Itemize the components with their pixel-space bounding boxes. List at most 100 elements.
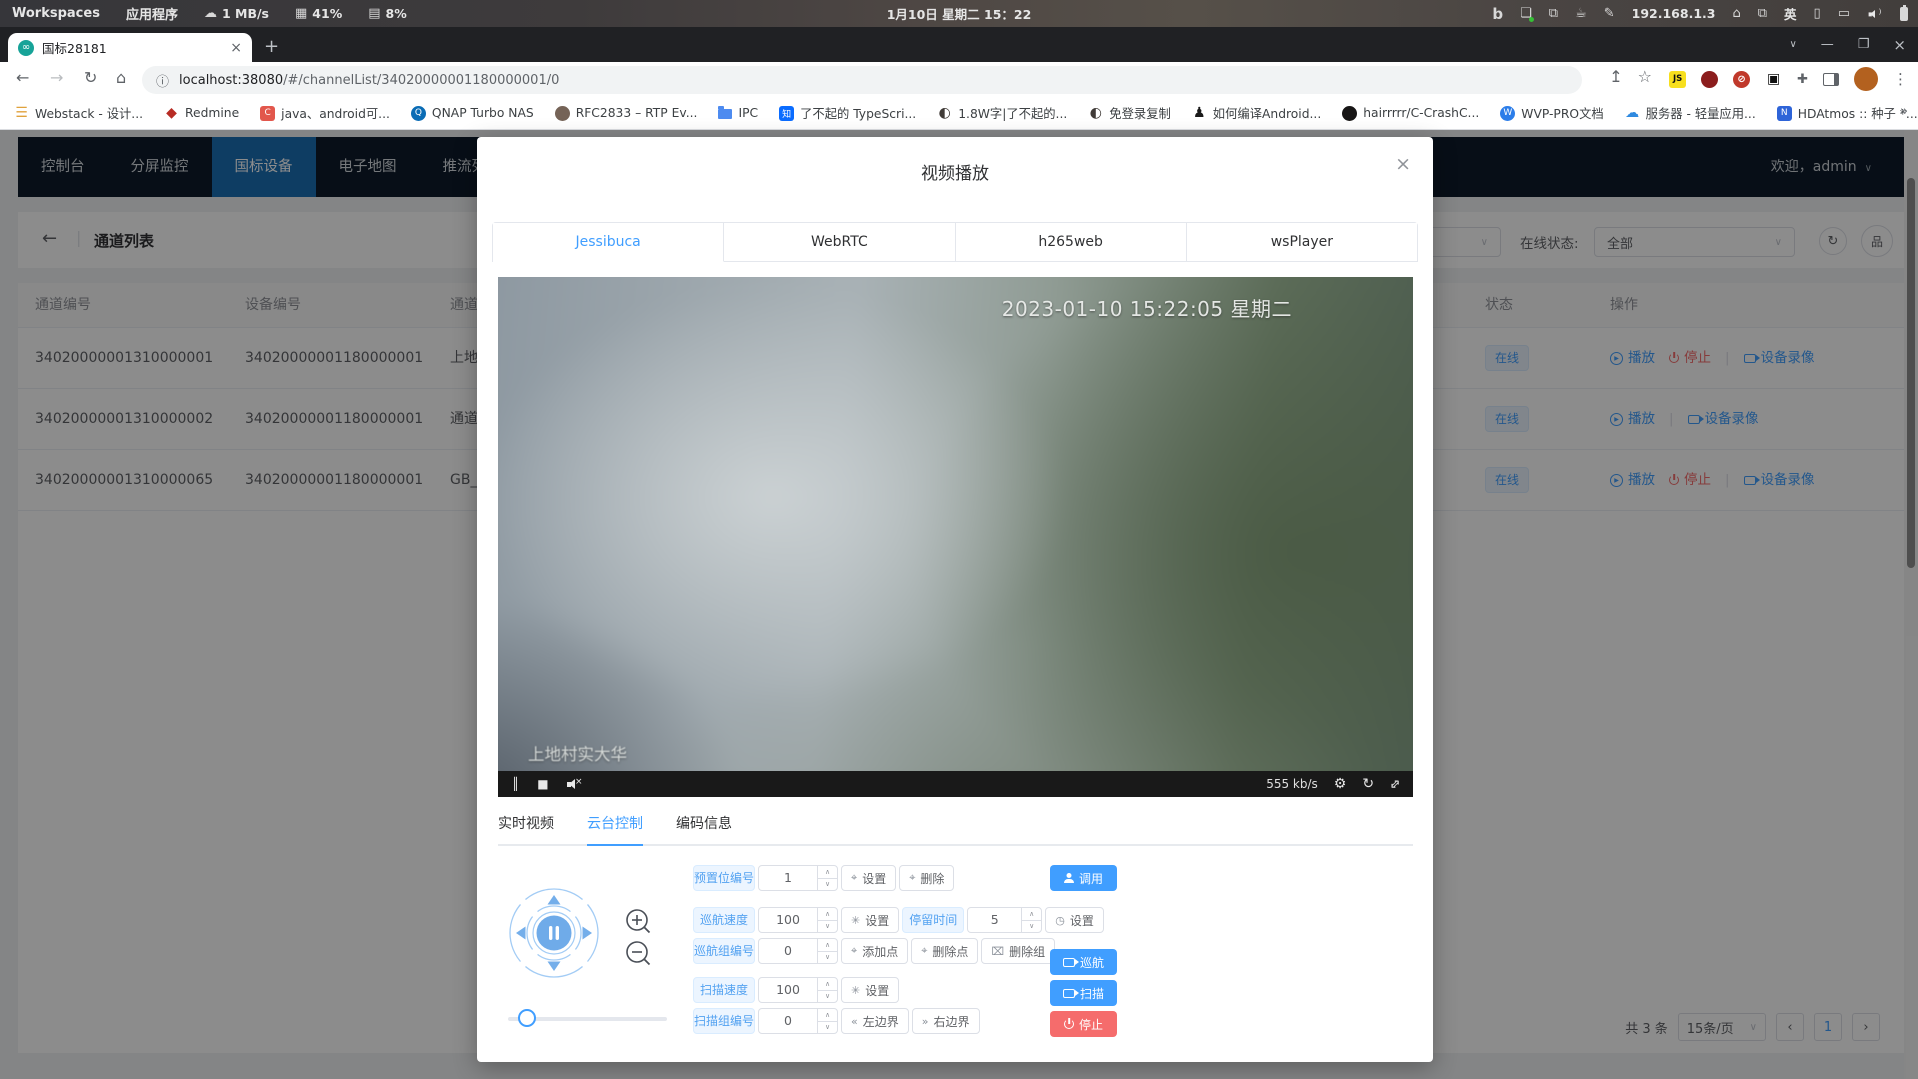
pause-button[interactable]: ║ bbox=[512, 777, 519, 791]
bookmark-item[interactable]: ◐ 1.8W字|了不起的... bbox=[937, 104, 1067, 122]
workspaces-button[interactable]: Workspaces bbox=[12, 6, 100, 21]
input-method-indicator[interactable]: 英 bbox=[1784, 4, 1797, 23]
bookmark-item[interactable]: ☰ Webstack - 设计... bbox=[14, 104, 143, 122]
profile-avatar[interactable] bbox=[1854, 67, 1878, 91]
windows-icon[interactable]: ⧉ bbox=[1758, 6, 1767, 21]
clipboard-icon[interactable]: ⧉ bbox=[1549, 6, 1558, 21]
video-frame bbox=[498, 277, 1413, 795]
video-player[interactable]: 2023-01-10 15:22:05 星期二 上地村实大华 ║ ■ × 555… bbox=[498, 277, 1413, 797]
scan-group-input[interactable]: 0∧∨ bbox=[758, 1008, 838, 1034]
share-icon[interactable]: ↥ bbox=[1609, 67, 1622, 86]
preset-delete-button[interactable]: ⌖删除 bbox=[899, 865, 954, 891]
bookmark-item[interactable]: C java、android可... bbox=[260, 104, 390, 122]
bookmark-item[interactable]: ☁ 服务器 - 轻量应用... bbox=[1625, 104, 1756, 122]
player-tab[interactable]: wsPlayer bbox=[1187, 223, 1417, 262]
mute-button[interactable]: × bbox=[567, 778, 583, 790]
home-button-icon[interactable]: ⌂ bbox=[116, 68, 126, 87]
display-icon[interactable]: ▭ bbox=[1838, 6, 1850, 21]
right-boundary-button[interactable]: »右边界 bbox=[912, 1008, 980, 1034]
player-tab[interactable]: WebRTC bbox=[724, 223, 955, 262]
extension-icon[interactable]: ⊘ bbox=[1733, 71, 1750, 88]
bookmark-item[interactable]: hairrrrr/C-CrashC... bbox=[1342, 106, 1479, 121]
stay-time-input[interactable]: 5∧∨ bbox=[967, 907, 1042, 933]
detail-tab[interactable]: 编码信息 bbox=[676, 813, 732, 846]
extension-icon[interactable] bbox=[1701, 71, 1718, 88]
applications-menu[interactable]: 应用程序 bbox=[126, 4, 178, 23]
ptz-call-button[interactable]: 调用 bbox=[1050, 865, 1117, 891]
reload-stream-icon[interactable]: ↻ bbox=[1362, 776, 1374, 792]
bookmark-item[interactable]: ♟ 如何编译Android... bbox=[1192, 104, 1321, 122]
window-maximize-button[interactable]: ❐ bbox=[1858, 37, 1870, 52]
app-status-icon[interactable]: ❏ bbox=[1520, 6, 1532, 21]
volume-icon[interactable]: ) bbox=[1869, 9, 1882, 19]
bookmark-item[interactable]: IPC bbox=[718, 106, 758, 120]
number-spinner[interactable]: ∧∨ bbox=[817, 978, 837, 1002]
extension-icon[interactable]: ▣ bbox=[1765, 71, 1782, 88]
bookmark-item[interactable]: Q QNAP Turbo NAS bbox=[411, 106, 534, 121]
tab-search-icon[interactable]: ∨ bbox=[1789, 39, 1796, 50]
delete-group-button[interactable]: ⌧删除组 bbox=[981, 938, 1055, 964]
zoom-in-button[interactable] bbox=[625, 908, 652, 935]
left-boundary-button[interactable]: «左边界 bbox=[841, 1008, 909, 1034]
detail-tab[interactable]: 实时视频 bbox=[498, 813, 554, 846]
browser-tab[interactable]: ∞ 国标28181 × bbox=[8, 33, 252, 62]
stop-button[interactable]: ■ bbox=[537, 777, 548, 791]
number-spinner[interactable]: ∧∨ bbox=[817, 908, 837, 932]
caffeine-icon[interactable]: ☕ bbox=[1575, 6, 1587, 21]
window-minimize-button[interactable]: — bbox=[1821, 37, 1834, 52]
bookmark-item[interactable]: ◐ 免登录复制 bbox=[1088, 104, 1171, 122]
forward-icon[interactable]: → bbox=[50, 68, 63, 87]
browser-menu-icon[interactable]: ⋮ bbox=[1893, 70, 1908, 88]
preset-set-button[interactable]: ⌖设置 bbox=[841, 865, 896, 891]
bookmark-item[interactable]: W WVP-PRO文档 bbox=[1500, 104, 1603, 122]
cruise-speed-set-button[interactable]: ✳设置 bbox=[841, 907, 899, 933]
detail-tab[interactable]: 云台控制 bbox=[587, 813, 643, 846]
bookmark-item[interactable]: ◆ Redmine bbox=[164, 106, 239, 121]
player-tab[interactable]: Jessibuca bbox=[493, 223, 724, 262]
browser-toolbar: ← → ↻ ⌂ ⓘ localhost:38080/#/channelList/… bbox=[0, 62, 1918, 97]
window-close-button[interactable]: × bbox=[1893, 36, 1906, 54]
bing-tray-icon[interactable]: b bbox=[1492, 5, 1503, 23]
ptz-speed-slider-handle[interactable] bbox=[518, 1009, 536, 1027]
new-tab-button[interactable]: + bbox=[264, 35, 279, 59]
scan-speed-set-button[interactable]: ✳设置 bbox=[841, 977, 899, 1003]
bookmarks-overflow-icon[interactable]: » bbox=[1900, 104, 1908, 119]
extension-js-icon[interactable]: JS bbox=[1669, 71, 1686, 88]
cruise-speed-input[interactable]: 100∧∨ bbox=[758, 907, 838, 933]
tool-icon[interactable]: ✎ bbox=[1604, 6, 1615, 21]
bookmark-item[interactable]: 知 了不起的 TypeScri... bbox=[779, 104, 916, 122]
bookmark-label: RFC2833 – RTP Ev... bbox=[576, 106, 698, 120]
site-info-icon[interactable]: ⓘ bbox=[156, 71, 169, 90]
home-icon[interactable]: ⌂ bbox=[1732, 6, 1740, 21]
dialog-close-icon[interactable]: × bbox=[1395, 153, 1411, 175]
ptz-cruise-button[interactable]: 巡航 bbox=[1050, 949, 1117, 975]
settings-shutter-icon[interactable]: ⚙ bbox=[1334, 776, 1347, 792]
number-spinner[interactable]: ∧∨ bbox=[817, 1009, 837, 1033]
bookmark-star-icon[interactable]: ☆ bbox=[1638, 67, 1652, 86]
ptz-joystick[interactable] bbox=[508, 887, 600, 979]
side-panel-icon[interactable] bbox=[1823, 73, 1839, 86]
address-bar[interactable]: ⓘ localhost:38080/#/channelList/34020000… bbox=[142, 66, 1582, 94]
stay-time-set-button[interactable]: ◷设置 bbox=[1045, 907, 1104, 933]
scan-speed-input[interactable]: 100∧∨ bbox=[758, 977, 838, 1003]
number-spinner[interactable]: ∧∨ bbox=[817, 939, 837, 963]
bookmark-item[interactable]: RFC2833 – RTP Ev... bbox=[555, 106, 698, 121]
add-point-button[interactable]: ⌖添加点 bbox=[841, 938, 908, 964]
zoom-out-button[interactable] bbox=[625, 940, 652, 967]
tab-close-icon[interactable]: × bbox=[230, 40, 242, 56]
cruise-group-input[interactable]: 0∧∨ bbox=[758, 938, 838, 964]
delete-point-button[interactable]: ⌖删除点 bbox=[911, 938, 978, 964]
bookmark-item[interactable]: N HDAtmos :: 种子 *... bbox=[1777, 104, 1918, 122]
ptz-stop-button[interactable]: 停止 bbox=[1050, 1011, 1117, 1037]
extensions-puzzle-icon[interactable]: ✚ bbox=[1797, 72, 1808, 87]
preset-number-input[interactable]: 1∧∨ bbox=[758, 865, 838, 891]
number-spinner[interactable]: ∧∨ bbox=[1021, 908, 1041, 932]
phonelink-icon[interactable]: ▯ bbox=[1814, 6, 1821, 21]
player-tab[interactable]: h265web bbox=[956, 223, 1187, 262]
fullscreen-icon[interactable]: ⇔ bbox=[1386, 775, 1404, 793]
ptz-scan-button[interactable]: 扫描 bbox=[1050, 980, 1117, 1006]
browser-tab-strip: ∞ 国标28181 × + ∨ — ❐ × bbox=[0, 27, 1918, 62]
back-icon[interactable]: ← bbox=[16, 68, 29, 87]
number-spinner[interactable]: ∧∨ bbox=[817, 866, 837, 890]
reload-icon[interactable]: ↻ bbox=[84, 68, 97, 87]
